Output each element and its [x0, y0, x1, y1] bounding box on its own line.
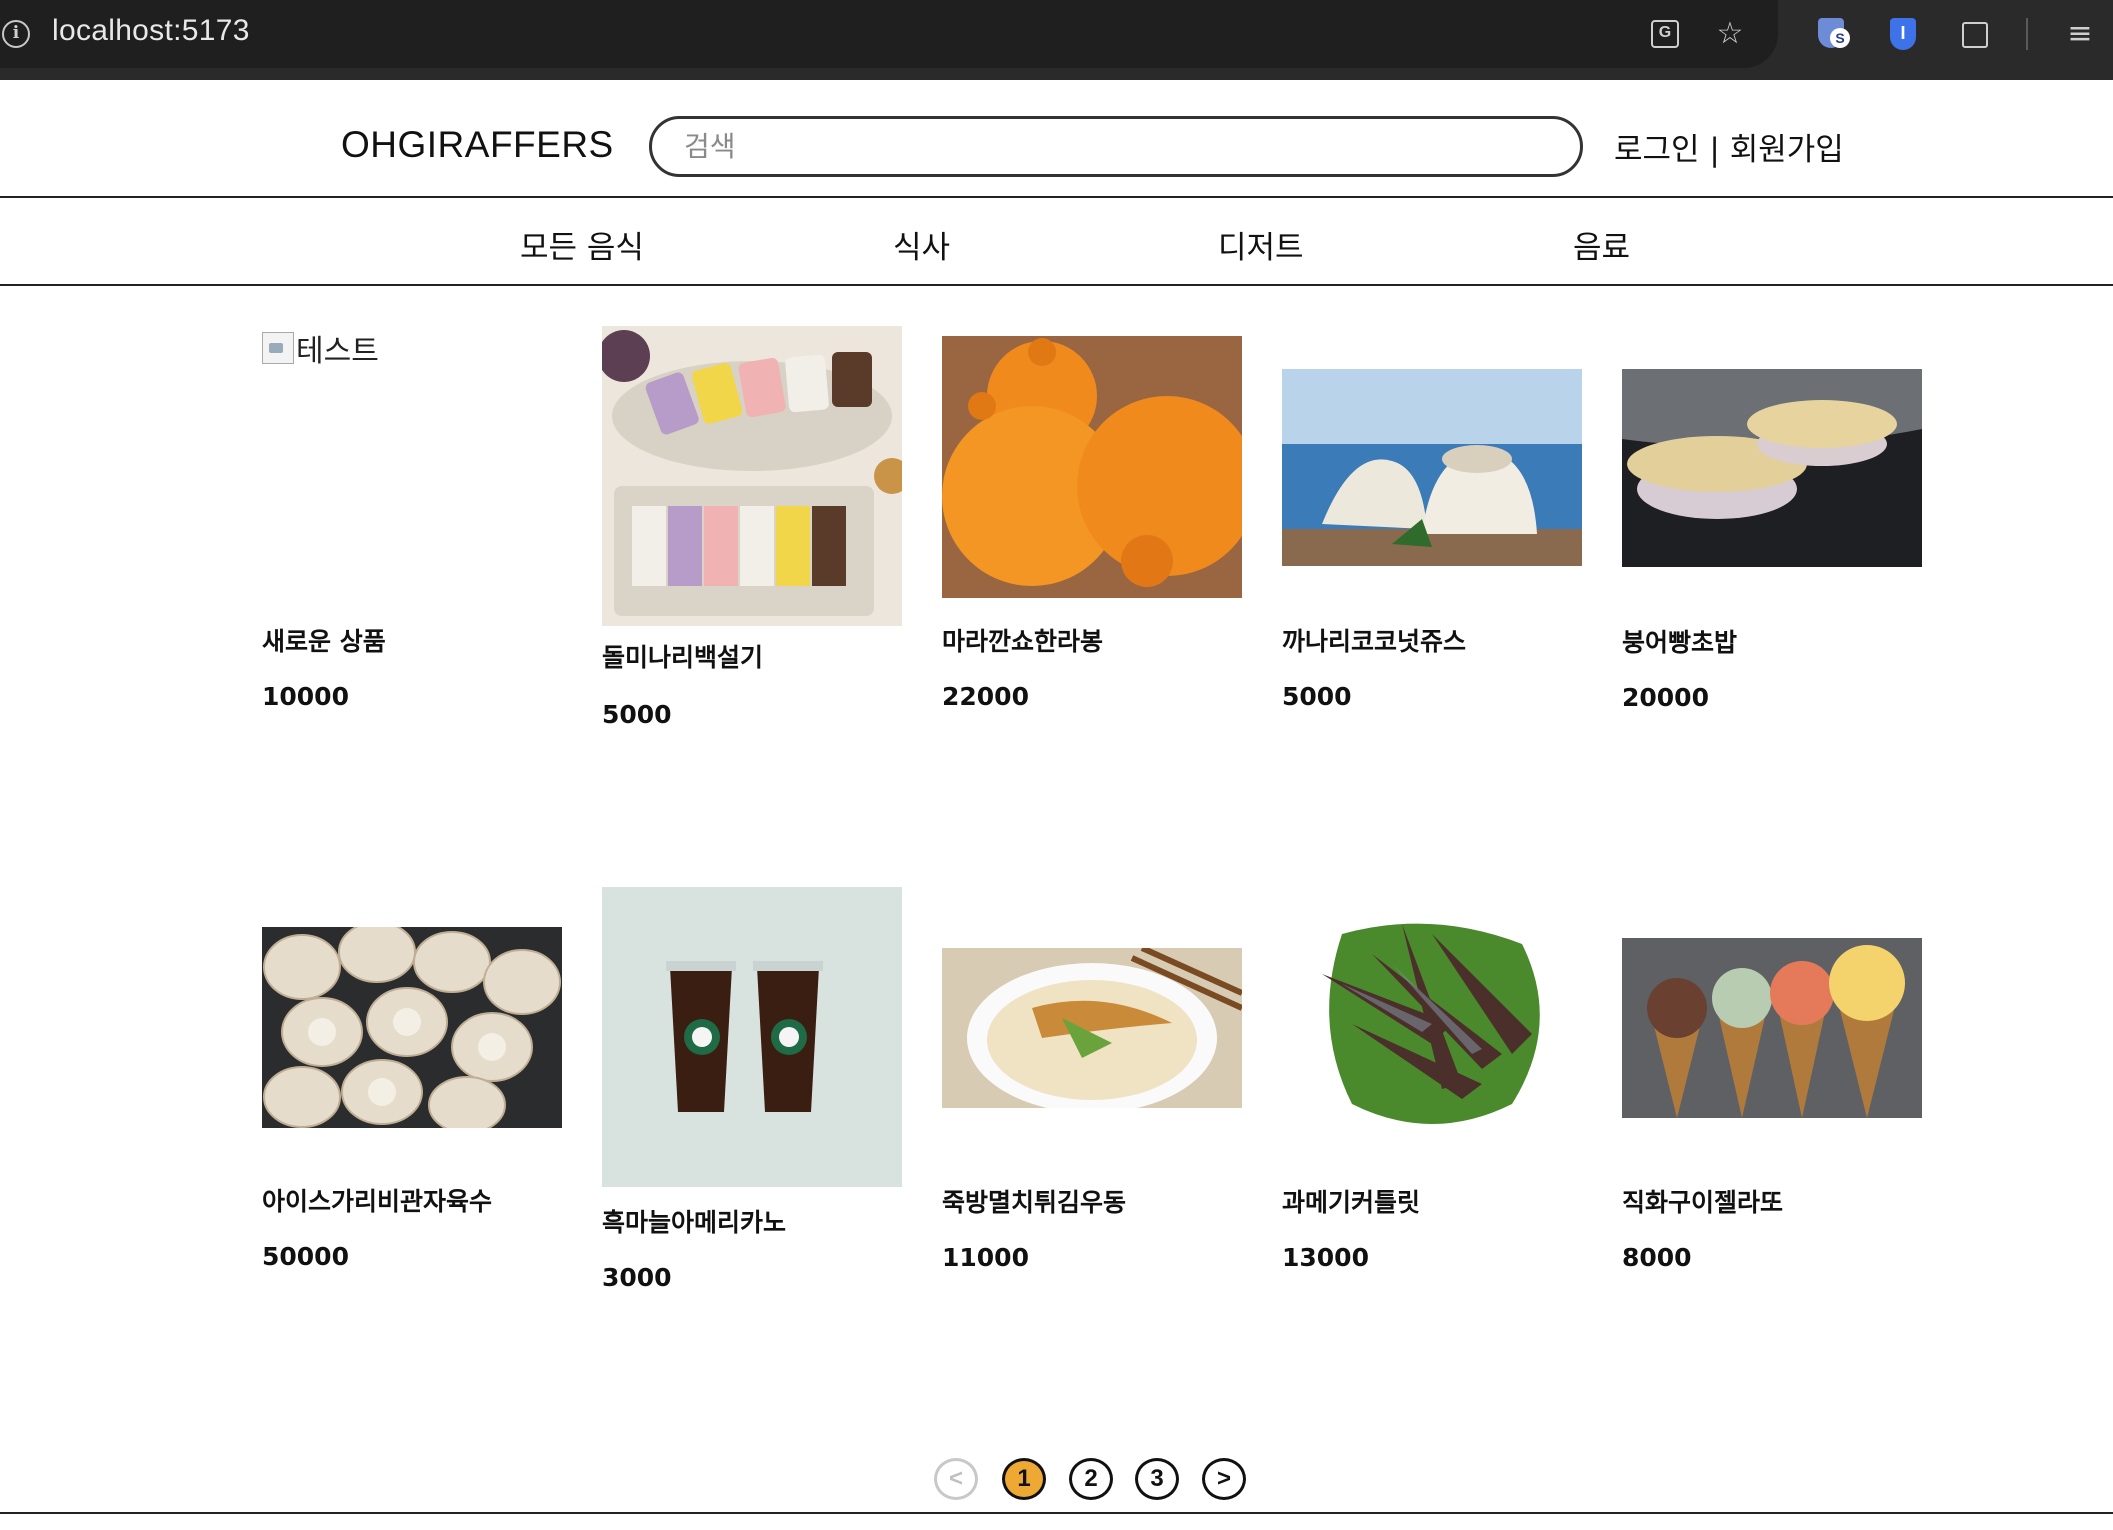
product-card[interactable]: 직화구이젤라또 8000	[1622, 938, 1922, 1338]
product-price: 50000	[262, 1242, 349, 1271]
product-price: 11000	[942, 1243, 1029, 1272]
product-price: 20000	[1622, 683, 1709, 712]
product-card[interactable]: 돌미나리백설기 5000	[598, 326, 910, 746]
product-card[interactable]: 테스트 새로운 상품 10000	[262, 326, 562, 726]
shield-extension-icon[interactable]: S	[1810, 14, 1850, 54]
toolbar-divider	[2026, 18, 2028, 50]
product-card[interactable]: 죽방멸치튀김우동 11000	[942, 945, 1244, 1348]
product-price: 13000	[1282, 1243, 1369, 1272]
prev-page-button[interactable]: <	[934, 1458, 978, 1500]
product-card[interactable]: 과메기커틀릿 13000	[1282, 914, 1582, 1314]
puzzle-icon[interactable]	[1955, 14, 1995, 54]
gwamegi-photo	[1282, 914, 1582, 1140]
next-page-button[interactable]: >	[1202, 1458, 1246, 1500]
product-name: 새로운 상품	[262, 627, 386, 656]
product-name: 아이스가리비관자육수	[262, 1187, 493, 1216]
product-name: 마라깐쇼한라봉	[942, 627, 1104, 656]
category-meal[interactable]: 식사	[893, 222, 950, 267]
translate-icon[interactable]: G	[1647, 14, 1687, 54]
product-price: 8000	[1622, 1243, 1692, 1272]
bitwarden-icon[interactable]: I	[1882, 14, 1922, 54]
gelato-cones-photo	[1622, 938, 1922, 1118]
category-all[interactable]: 모든 음식	[520, 222, 644, 267]
category-drink[interactable]: 음료	[1573, 222, 1630, 267]
product-price: 3000	[602, 1263, 672, 1292]
category-dessert[interactable]: 디저트	[1218, 222, 1304, 267]
star-icon[interactable]: ☆	[1710, 14, 1750, 54]
footer-divider	[0, 1512, 2113, 1514]
tempura-udon-photo	[942, 945, 1244, 1113]
browser-toolbar: i localhost:5173 G ☆ S I ≡	[0, 0, 2113, 80]
coconut-photo	[1282, 369, 1582, 566]
page-button-2[interactable]: 2	[1069, 1458, 1113, 1500]
product-name: 직화구이젤라또	[1622, 1188, 1784, 1217]
address-bar[interactable]: i localhost:5173 G ☆	[0, 0, 1778, 68]
product-card[interactable]: 까나리코코넛쥬스 5000	[1282, 369, 1582, 769]
product-price: 5000	[1282, 682, 1352, 711]
product-price: 22000	[942, 682, 1029, 711]
product-price: 5000	[602, 700, 672, 729]
queue-icon[interactable]: ≡	[2060, 14, 2100, 54]
auth-links: 로그인 | 회원가입	[1614, 124, 1844, 169]
hallabong-orange-photo	[942, 336, 1257, 598]
product-card[interactable]: 아이스가리비관자육수 50000	[262, 921, 562, 1327]
page-button-3[interactable]: 3	[1135, 1458, 1179, 1500]
product-name: 붕어빵초밥	[1622, 628, 1738, 657]
rice-cake-photo	[598, 326, 910, 626]
scallop-photo	[262, 921, 562, 1134]
site-header: OHGIRAFFERS 로그인 | 회원가입	[0, 80, 2113, 198]
auth-separator: |	[1699, 132, 1730, 168]
product-card[interactable]: 붕어빵초밥 20000	[1622, 369, 1922, 769]
info-icon[interactable]: i	[2, 20, 30, 48]
category-nav: 모든 음식 식사 디저트 음료	[0, 200, 2113, 286]
product-name: 흑마늘아메리카노	[602, 1208, 787, 1237]
product-price: 10000	[262, 682, 349, 711]
product-card[interactable]: 마라깐쇼한라봉 22000	[942, 336, 1257, 736]
signup-link[interactable]: 회원가입	[1730, 132, 1844, 168]
site-logo[interactable]: OHGIRAFFERS	[341, 124, 614, 166]
product-image-alt: 테스트	[296, 334, 379, 369]
product-card[interactable]: 흑마늘아메리카노 3000	[602, 887, 902, 1307]
product-name: 죽방멸치튀김우동	[942, 1188, 1127, 1217]
iced-americano-photo	[602, 887, 902, 1187]
broken-image-icon: 테스트	[262, 326, 379, 370]
fish-bread-sushi-photo	[1622, 369, 1922, 567]
product-name: 과메기커틀릿	[1282, 1188, 1421, 1217]
login-link[interactable]: 로그인	[1614, 132, 1700, 168]
search-input[interactable]	[649, 116, 1583, 177]
product-name: 돌미나리백설기	[602, 643, 764, 672]
product-name: 까나리코코넛쥬스	[1282, 627, 1467, 656]
page-button-1[interactable]: 1	[1002, 1458, 1046, 1500]
url-text[interactable]: localhost:5173	[52, 14, 250, 48]
